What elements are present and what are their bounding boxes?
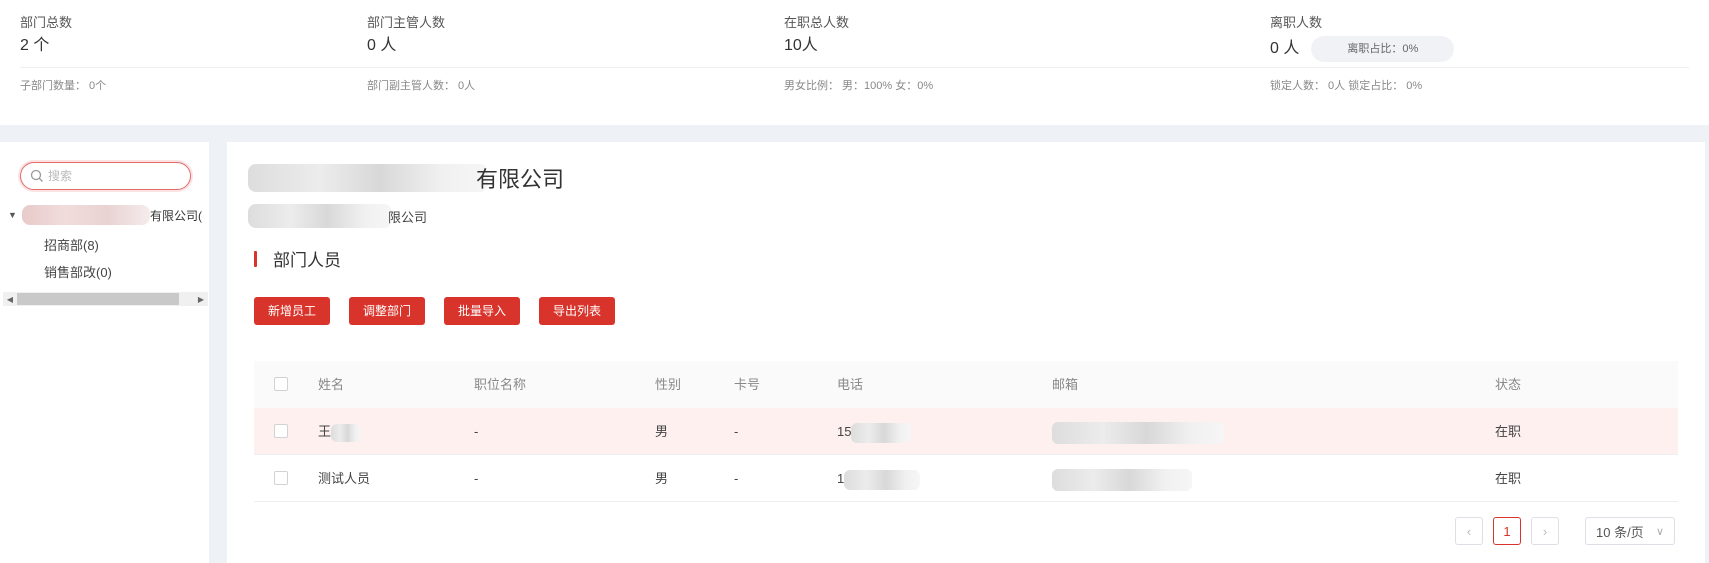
redacted-text — [22, 205, 150, 225]
col-status[interactable]: 状态 — [1495, 361, 1521, 408]
page-size-select[interactable]: 10 条/页 ∨ — [1585, 517, 1675, 545]
cell-email — [1052, 408, 1224, 455]
tree-node-label: 有限公司( — [150, 208, 202, 223]
add-employee-button[interactable]: 新增员工 — [254, 297, 331, 325]
cell-card: - — [734, 471, 739, 486]
company-subtitle: 限公司 — [248, 204, 427, 228]
scroll-right-icon[interactable]: ▶ — [194, 295, 208, 304]
page-size-value: 10 条/页 — [1596, 524, 1644, 540]
stat-label: 离职人数 — [1270, 15, 1323, 30]
adjust-department-button[interactable]: 调整部门 — [349, 297, 426, 325]
stats-divider — [20, 67, 1689, 68]
col-position[interactable]: 职位名称 — [474, 361, 526, 408]
cell-name: 王 — [318, 408, 362, 455]
tree-node-child[interactable]: 招商部(8) — [44, 235, 99, 254]
chevron-down-icon: ∨ — [1655, 525, 1664, 538]
employee-table: 姓名 职位名称 性别 卡号 电话 邮箱 状态 王 - 男 - 15 在职 测试人… — [254, 361, 1678, 502]
scroll-left-icon[interactable]: ◀ — [3, 295, 17, 304]
caret-down-icon[interactable]: ▼ — [8, 210, 22, 220]
main-panel: 有限公司 限公司 部门人员 新增员工 调整部门 批量导入 导出列表 姓名 职位名… — [227, 142, 1705, 563]
page-number-button[interactable]: 1 — [1493, 517, 1521, 545]
row-checkbox[interactable] — [274, 424, 288, 438]
export-list-button[interactable]: 导出列表 — [539, 297, 616, 325]
stat-dept-total: 部门总数 2 个 — [20, 14, 72, 56]
sub-gender-ratio: 男女比例： 男：100% 女：0% — [784, 80, 934, 92]
cell-gender: 男 — [655, 471, 669, 486]
stat-value: 2 个 — [20, 36, 72, 56]
stat-value: 0 人 离职占比：0% — [1270, 36, 1455, 62]
pagination: ‹ 1 › 10 条/页 ∨ — [1445, 517, 1675, 545]
stat-value: 0 人 — [367, 36, 445, 56]
scrollbar-thumb[interactable] — [17, 293, 179, 305]
stat-label: 在职总人数 — [784, 15, 850, 30]
cell-phone-text: 1 — [837, 471, 845, 486]
search-input[interactable] — [48, 169, 168, 183]
department-tree-panel: ▼ 有限公司( 招商部(8) 销售部改(0) ◀ ▶ — [0, 142, 209, 563]
next-page-button[interactable]: › — [1531, 517, 1559, 545]
col-gender[interactable]: 性别 — [655, 361, 681, 408]
cell-status: 在职 — [1495, 471, 1522, 486]
redacted-text — [844, 469, 921, 490]
table-header-row: 姓名 职位名称 性别 卡号 电话 邮箱 状态 — [254, 361, 1678, 408]
stat-manager-count: 部门主管人数 0 人 — [367, 14, 445, 56]
cell-name-text: 王 — [318, 424, 332, 439]
table-row[interactable]: 测试人员 - 男 - 1 在职 — [254, 455, 1678, 502]
stat-value-text: 0 人 — [367, 37, 397, 54]
sub-deputy-count: 部门副主管人数： 0人 — [367, 80, 476, 92]
stats-panel: 部门总数 2 个 部门主管人数 0 人 在职总人数 10人 离职人数 0 人 离… — [0, 0, 1709, 125]
redacted-text — [1052, 421, 1224, 444]
company-subtitle-text: 限公司 — [388, 209, 428, 225]
cell-name: 测试人员 — [318, 471, 371, 486]
cell-card: - — [734, 424, 739, 439]
col-name[interactable]: 姓名 — [318, 361, 344, 408]
cell-position: - — [474, 471, 479, 486]
sub-locked-count: 锁定人数： 0人 锁定占比： 0% — [1270, 80, 1423, 92]
cell-position: - — [474, 424, 479, 439]
search-icon — [30, 169, 43, 182]
action-toolbar: 新增员工 调整部门 批量导入 导出列表 — [254, 297, 634, 325]
table-row[interactable]: 王 - 男 - 15 在职 — [254, 408, 1678, 455]
select-all-checkbox[interactable] — [274, 377, 288, 391]
col-phone[interactable]: 电话 — [837, 361, 863, 408]
cell-phone: 1 — [837, 455, 921, 502]
section-accent-bar — [254, 250, 257, 267]
section-header: 部门人员 — [254, 246, 341, 271]
redacted-text — [851, 422, 912, 443]
stat-label: 部门总数 — [20, 15, 73, 30]
redacted-text — [331, 423, 362, 442]
cell-phone: 15 — [837, 408, 912, 455]
tree-node-child[interactable]: 销售部改(0) — [44, 262, 112, 281]
search-field[interactable] — [20, 162, 191, 190]
company-title-text: 有限公司 — [476, 167, 565, 192]
stat-employee-count: 在职总人数 10人 — [784, 14, 849, 56]
row-checkbox[interactable] — [274, 471, 288, 485]
sub-dept-count: 子部门数量： 0个 — [20, 80, 107, 92]
prev-page-button[interactable]: ‹ — [1455, 517, 1483, 545]
company-title: 有限公司 — [248, 162, 564, 194]
stat-value-text: 10人 — [784, 37, 818, 54]
stat-resigned-count: 离职人数 0 人 离职占比：0% — [1270, 14, 1455, 62]
section-title: 部门人员 — [273, 251, 341, 270]
tree-node-root[interactable]: ▼ 有限公司( — [0, 203, 209, 227]
cell-status: 在职 — [1495, 424, 1522, 439]
stat-value-text: 0 人 — [1270, 40, 1300, 57]
leave-ratio-badge: 离职占比：0% — [1311, 36, 1455, 62]
stat-value-text: 2 个 — [20, 37, 50, 54]
col-card[interactable]: 卡号 — [734, 361, 760, 408]
redacted-text — [248, 164, 488, 192]
cell-phone-text: 15 — [837, 424, 852, 439]
horizontal-scrollbar[interactable]: ◀ ▶ — [3, 292, 208, 306]
stat-label: 部门主管人数 — [367, 15, 446, 30]
col-email[interactable]: 邮箱 — [1052, 361, 1078, 408]
cell-email — [1052, 455, 1192, 502]
redacted-text — [1052, 468, 1192, 491]
batch-import-button[interactable]: 批量导入 — [444, 297, 521, 325]
redacted-text — [248, 204, 392, 228]
cell-gender: 男 — [655, 424, 669, 439]
stat-value: 10人 — [784, 36, 849, 56]
